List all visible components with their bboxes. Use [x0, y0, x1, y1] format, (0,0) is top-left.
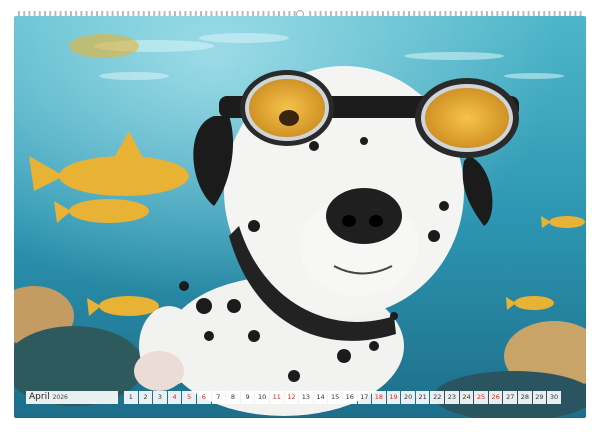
day-cell: 22	[430, 390, 445, 404]
month-year: 2026	[52, 393, 68, 401]
calendar-photo	[14, 16, 586, 418]
day-cell: 2	[138, 390, 153, 404]
day-cell: 13	[299, 390, 313, 404]
day-cell: 15	[328, 390, 342, 404]
day-cell: 23	[445, 390, 459, 404]
day-cell: 17	[357, 390, 372, 404]
day-cell: 18	[372, 390, 386, 404]
underwater-dalmatian-illustration	[14, 16, 586, 418]
day-cell: 27	[503, 390, 518, 404]
day-cell: 28	[518, 390, 532, 404]
day-cell: 11	[269, 390, 284, 404]
day-cell: 21	[415, 390, 430, 404]
day-cell: 19	[386, 390, 401, 404]
day-cell: 26	[488, 390, 503, 404]
day-cell: 14	[313, 390, 328, 404]
calendar-strip: April 2026 1 2 3 4 5 6 7 8 9 10 11 12 13 14 15 16 17 18 19…	[14, 390, 586, 404]
day-cell: 30	[547, 390, 561, 404]
day-cell: 24	[459, 390, 474, 404]
day-cell: 6	[196, 390, 211, 404]
day-cell: 8	[226, 390, 240, 404]
day-cell: 5	[182, 390, 196, 404]
day-cell: 7	[211, 390, 226, 404]
day-cell: 3	[153, 390, 167, 404]
day-cell: 20	[401, 390, 415, 404]
month-label: April 2026	[26, 390, 118, 404]
day-cell: 29	[532, 390, 547, 404]
month-name: April	[29, 392, 50, 402]
day-cell: 25	[474, 390, 488, 404]
day-cell: 10	[255, 390, 269, 404]
day-cell: 9	[240, 390, 255, 404]
day-cell: 12	[284, 390, 299, 404]
day-cell: 1	[124, 390, 138, 404]
day-cell: 16	[342, 390, 357, 404]
day-cells: 1 2 3 4 5 6 7 8 9 10 11 12 13 14 15 16 17 18 19 20 21 22 23 24 2…	[124, 390, 561, 404]
day-cell: 4	[167, 390, 182, 404]
